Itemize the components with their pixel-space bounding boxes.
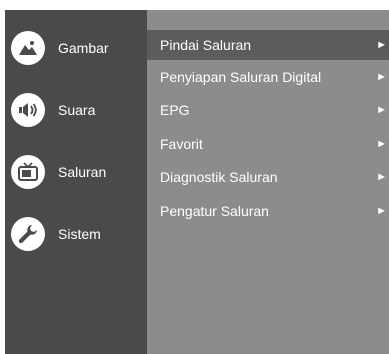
chevron-right-icon: ► (376, 104, 387, 116)
sidebar-item-label: Saluran (58, 164, 107, 180)
channel-submenu: Pindai Saluran ► Penyiapan Saluran Digit… (147, 10, 389, 354)
tv-icon (11, 155, 45, 189)
speaker-icon (11, 93, 45, 127)
category-sidebar: Gambar Suara Saluran Sistem (5, 10, 147, 354)
menu-item-pengatur-saluran[interactable]: Pengatur Saluran ► (147, 196, 389, 226)
menu-item-label: Pindai Saluran (160, 37, 252, 53)
sidebar-item-label: Sistem (58, 226, 101, 242)
menu-item-pindai-saluran[interactable]: Pindai Saluran ► (147, 30, 389, 60)
menu-item-favorit[interactable]: Favorit ► (147, 129, 389, 159)
menu-item-label: Diagnostik Saluran (160, 169, 278, 185)
menu-item-label: Pengatur Saluran (160, 203, 269, 219)
sidebar-item-suara[interactable]: Suara (5, 84, 147, 136)
menu-item-penyiapan-saluran-digital[interactable]: Penyiapan Saluran Digital ► (147, 62, 389, 92)
sidebar-item-sistem[interactable]: Sistem (5, 208, 147, 260)
chevron-right-icon: ► (376, 171, 387, 183)
menu-item-label: Penyiapan Saluran Digital (160, 69, 322, 85)
picture-icon (11, 31, 45, 65)
chevron-right-icon: ► (376, 71, 387, 83)
menu-item-epg[interactable]: EPG ► (147, 95, 389, 125)
sidebar-item-gambar[interactable]: Gambar (5, 22, 147, 74)
chevron-right-icon: ► (376, 39, 387, 51)
menu-item-label: Favorit (160, 136, 203, 152)
menu-item-label: EPG (160, 102, 190, 118)
tv-settings-menu: Gambar Suara Saluran Sistem Pindai Salur… (5, 10, 389, 354)
sidebar-item-label: Gambar (58, 40, 109, 56)
chevron-right-icon: ► (376, 205, 387, 217)
menu-item-diagnostik-saluran[interactable]: Diagnostik Saluran ► (147, 162, 389, 192)
sidebar-item-label: Suara (58, 102, 96, 118)
wrench-icon (11, 217, 45, 251)
chevron-right-icon: ► (376, 138, 387, 150)
sidebar-item-saluran[interactable]: Saluran (5, 146, 147, 198)
